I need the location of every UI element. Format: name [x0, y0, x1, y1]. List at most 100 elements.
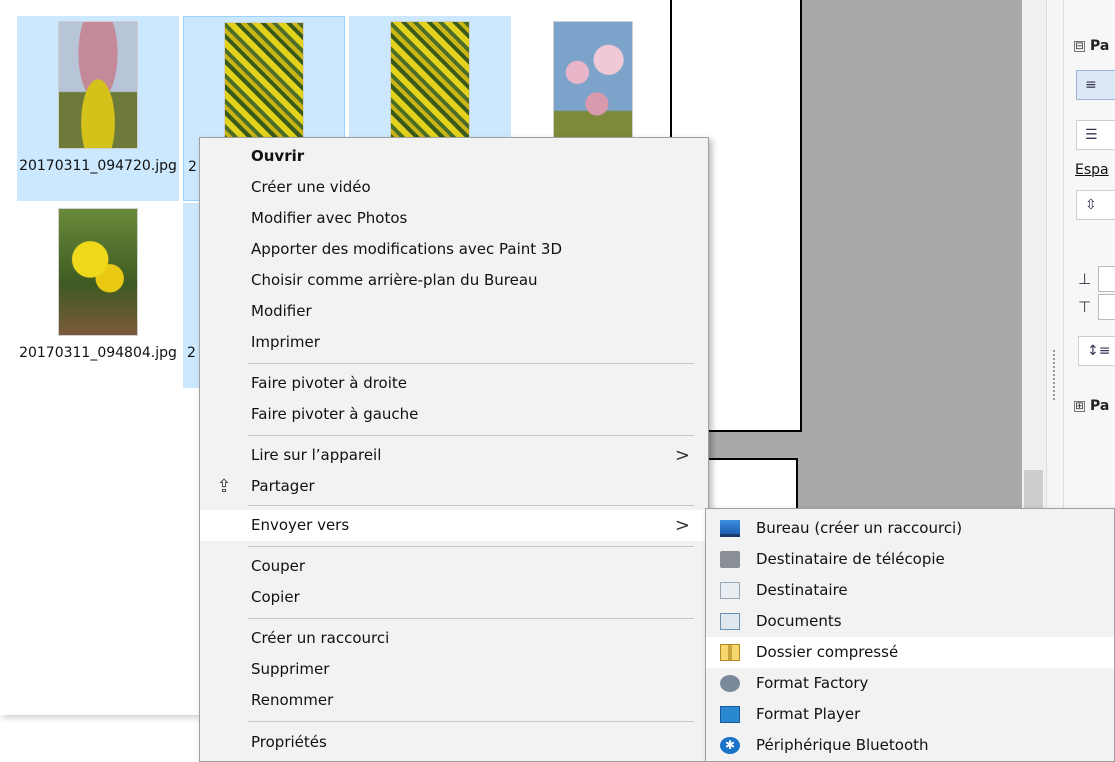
menu-separator [248, 435, 694, 436]
send-to-mail-recipient[interactable]: Destinataire [706, 575, 1114, 606]
desktop-icon [720, 520, 740, 537]
menu-item-rotate-left[interactable]: Faire pivoter à gauche [200, 399, 708, 430]
space-above-icon: ⊥ [1078, 270, 1092, 288]
menu-item-rename[interactable]: Renommer [200, 685, 708, 716]
menu-separator [248, 363, 694, 364]
expand-icon[interactable]: ⊞ [1074, 401, 1085, 412]
menu-item-label: Lire sur l’appareil [251, 446, 382, 464]
file-name: 20170311_094720.jpg [19, 158, 177, 174]
menu-item-rotate-right[interactable]: Faire pivoter à droite [200, 368, 708, 399]
menu-item-label: Copier [251, 588, 300, 606]
menu-item-label: Faire pivoter à droite [251, 374, 408, 392]
menu-item-label: Partager [251, 477, 315, 495]
menu-item-label: Bureau (créer un raccourci) [756, 519, 963, 537]
menu-item-label: Format Factory [756, 674, 869, 692]
menu-item-share[interactable]: ⇪ Partager [200, 471, 708, 502]
align-left-icon: ≡ [1085, 77, 1097, 93]
menu-item-label: Ouvrir [251, 147, 305, 165]
menu-item-label: Envoyer vers [251, 516, 350, 534]
file-name: 20170311_094804.jpg [19, 345, 177, 361]
menu-item-label: Dossier compressé [756, 643, 899, 661]
chevron-right-icon: > [674, 515, 690, 536]
spacing-label: Espa [1075, 162, 1109, 178]
menu-item-open[interactable]: Ouvrir [200, 141, 708, 172]
menu-item-properties[interactable]: Propriétés [200, 727, 708, 758]
send-to-desktop[interactable]: Bureau (créer un raccourci) [706, 513, 1114, 544]
section-label: Pa [1090, 38, 1110, 54]
menu-item-delete[interactable]: Supprimer [200, 654, 708, 685]
menu-item-label: Destinataire [756, 581, 848, 599]
line-spacing-icon: ↕≡ [1087, 343, 1111, 359]
image-thumbnail [390, 21, 470, 149]
spacing-icon: ⇳ [1085, 197, 1097, 213]
menu-item-print[interactable]: Imprimer [200, 327, 708, 358]
splitter-grip-icon [1053, 350, 1057, 400]
bluetooth-icon: ✱ [720, 737, 740, 754]
menu-item-copy[interactable]: Copier [200, 582, 708, 613]
space-above-input[interactable] [1098, 266, 1115, 292]
line-spacing-button[interactable]: ↕≡ [1078, 336, 1115, 366]
menu-item-cast-to-device[interactable]: Lire sur l’appareil > [200, 440, 708, 471]
menu-item-set-desktop-background[interactable]: Choisir comme arrière-plan du Bureau [200, 265, 708, 296]
section-label: Pa [1090, 398, 1110, 414]
align-left-button[interactable]: ≡ [1076, 70, 1115, 100]
menu-separator [248, 546, 694, 547]
menu-item-label: Destinataire de télécopie [756, 550, 945, 568]
menu-item-label: Faire pivoter à gauche [251, 405, 419, 423]
send-to-format-factory[interactable]: Format Factory [706, 668, 1114, 699]
send-to-compressed-folder[interactable]: Dossier compressé [706, 637, 1114, 668]
menu-item-label: Supprimer [251, 660, 330, 678]
menu-separator [248, 618, 694, 619]
collapse-icon[interactable]: ⊟ [1074, 41, 1085, 52]
menu-item-label: Propriétés [251, 733, 327, 751]
menu-item-cut[interactable]: Couper [200, 551, 708, 582]
image-thumbnail [553, 21, 633, 149]
menu-item-label: Imprimer [251, 333, 320, 351]
menu-item-send-to[interactable]: Envoyer vers > [200, 510, 708, 541]
send-to-bluetooth[interactable]: ✱ Périphérique Bluetooth [706, 730, 1114, 761]
bullet-list-button[interactable]: ☰ [1076, 120, 1115, 150]
send-to-fax-recipient[interactable]: Destinataire de télécopie [706, 544, 1114, 575]
image-thumbnail [58, 21, 138, 149]
menu-item-edit[interactable]: Modifier [200, 296, 708, 327]
send-to-documents[interactable]: Documents [706, 606, 1114, 637]
scrollbar-thumb[interactable] [1024, 470, 1043, 510]
image-thumbnail [224, 22, 304, 150]
file-tile-5[interactable]: 20170311_094804.jpg [17, 203, 179, 388]
space-below-input[interactable] [1098, 294, 1115, 320]
context-menu: Ouvrir Créer une vidéo Modifier avec Pho… [199, 137, 709, 762]
bullet-list-icon: ☰ [1085, 127, 1098, 143]
format-factory-icon [720, 675, 740, 692]
menu-item-label: Format Player [756, 705, 861, 723]
documents-icon [720, 613, 740, 630]
file-tile-1[interactable]: 20170311_094720.jpg [17, 16, 179, 201]
menu-item-label: Périphérique Bluetooth [756, 736, 929, 754]
chevron-right-icon: > [674, 445, 690, 466]
menu-item-label: Modifier [251, 302, 312, 320]
menu-item-label: Modifier avec Photos [251, 209, 408, 227]
menu-item-label: Créer une vidéo [251, 178, 371, 196]
menu-separator [248, 721, 694, 722]
space-below-icon: ⊤ [1078, 298, 1092, 316]
menu-item-label: Apporter des modifications avec Paint 3D [251, 240, 563, 258]
send-to-submenu: Bureau (créer un raccourci) Destinataire… [705, 508, 1115, 762]
menu-item-edit-with-photos[interactable]: Modifier avec Photos [200, 203, 708, 234]
menu-item-label: Couper [251, 557, 306, 575]
image-thumbnail [58, 208, 138, 336]
menu-item-label: Documents [756, 612, 842, 630]
menu-item-edit-with-paint3d[interactable]: Apporter des modifications avec Paint 3D [200, 234, 708, 265]
menu-item-create-video[interactable]: Créer une vidéo [200, 172, 708, 203]
section-paragraph-header[interactable]: ⊟ Pa [1074, 38, 1109, 54]
menu-separator [248, 505, 694, 506]
format-player-icon [720, 706, 740, 723]
menu-item-create-shortcut[interactable]: Créer un raccourci [200, 623, 708, 654]
share-icon: ⇪ [216, 476, 232, 497]
mail-recipient-icon [720, 582, 740, 599]
spacing-button[interactable]: ⇳ [1076, 190, 1115, 220]
zip-folder-icon [720, 644, 740, 661]
send-to-format-player[interactable]: Format Player [706, 699, 1114, 730]
fax-icon [720, 551, 740, 568]
section-page-header[interactable]: ⊞ Pa [1074, 398, 1109, 414]
menu-item-label: Créer un raccourci [251, 629, 390, 647]
menu-item-label: Renommer [251, 691, 334, 709]
